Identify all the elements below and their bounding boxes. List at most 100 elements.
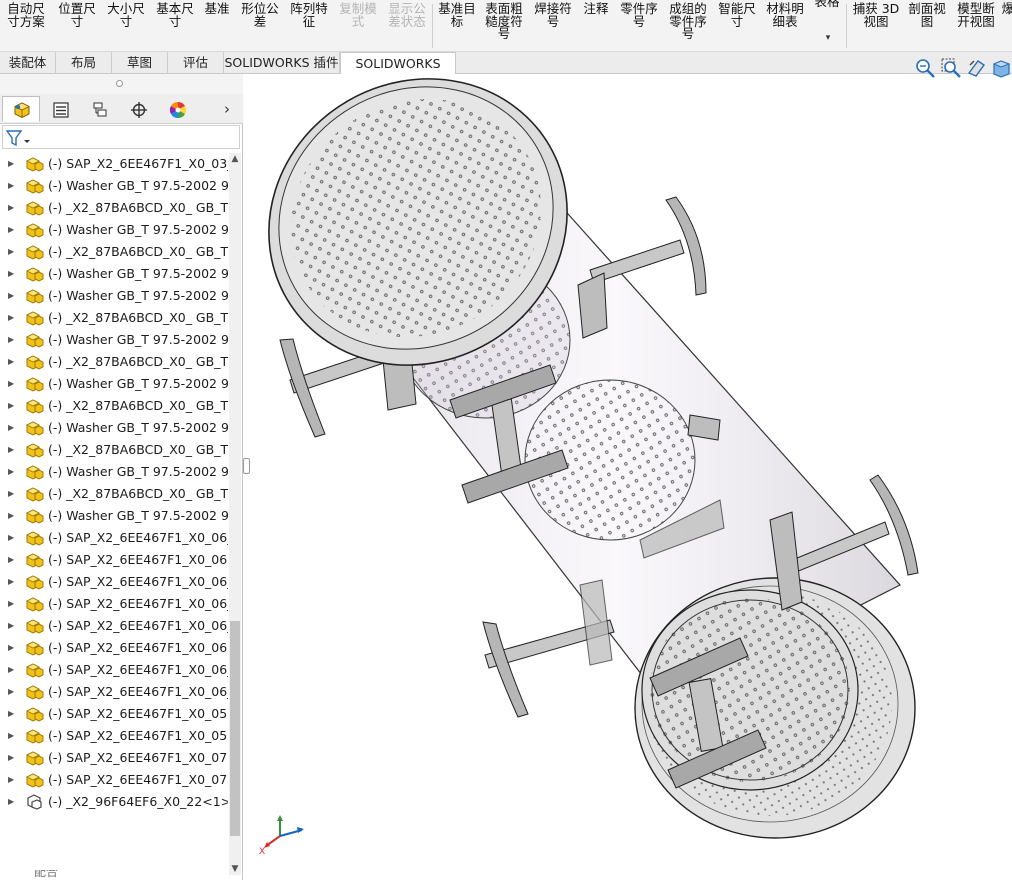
tree-item[interactable]: ▶ (-) Washer GB_T 97.5-2002 9.5 [0, 175, 228, 197]
expand-arrow-icon[interactable]: ▶ [8, 796, 16, 808]
model-break-view-button[interactable]: 模型断 开视图 [952, 0, 1000, 51]
balloon-button[interactable]: 零件序 号 [616, 0, 662, 51]
location-dimension-button[interactable]: 位置尺 寸 [54, 0, 100, 51]
zoom-to-area-icon[interactable] [940, 57, 962, 79]
expand-arrow-icon[interactable]: ▶ [8, 334, 16, 346]
smart-dimension-button[interactable]: 智能尺 寸 [714, 0, 760, 51]
tree-item-partial[interactable]: 配合 [14, 870, 229, 880]
expand-arrow-icon[interactable]: ▶ [8, 730, 16, 742]
splitter-handle[interactable] [243, 458, 250, 474]
tree-item[interactable]: ▶ (-) SAP_X2_6EE467F1_X0_03_MI [0, 153, 228, 175]
assembly-model[interactable] [251, 74, 1012, 880]
expand-arrow-icon[interactable]: ▶ [8, 290, 16, 302]
expand-arrow-icon[interactable]: ▶ [8, 400, 16, 412]
note-button[interactable]: 注释 [578, 0, 614, 51]
geometric-tolerance-button[interactable]: 形位公 差 [236, 0, 284, 51]
tab-configurationmanager[interactable] [80, 96, 118, 122]
weld-symbol-button[interactable]: 焊接符 号 [530, 0, 576, 51]
cut-off-button[interactable]: 爆 [1001, 0, 1012, 51]
tree-scrollbar[interactable]: ▲ ▼ [229, 153, 241, 875]
tree-item[interactable]: ▶ (-) _X2_96F64EF6_X0_22<1> (默 [0, 791, 228, 813]
expand-arrow-icon[interactable]: ▶ [8, 510, 16, 522]
tree-item[interactable]: ▶ (-) SAP_X2_6EE467F1_X0_06_MI [0, 659, 228, 681]
tab-sketch[interactable]: 草图 [112, 52, 168, 74]
tree-item[interactable]: ▶ (-) SAP_X2_6EE467F1_X0_07<2> [0, 769, 228, 791]
expand-arrow-icon[interactable]: ▶ [8, 708, 16, 720]
tree-item[interactable]: ▶ (-) _X2_87BA6BCD_X0_ GB_T 61 [0, 439, 228, 461]
show-tolerance-status-button[interactable]: 显示公 差状态 [384, 0, 430, 51]
auto-dimension-scheme-button[interactable]: 自动尺 寸方案 [4, 0, 48, 51]
expand-arrow-icon[interactable]: ▶ [8, 356, 16, 368]
tree-item[interactable]: ▶ (-) Washer GB_T 97.5-2002 9.5 [0, 263, 228, 285]
panel-grip[interactable] [0, 74, 243, 94]
tree-item[interactable]: ▶ (-) SAP_X2_6EE467F1_X0_06<2> [0, 637, 228, 659]
scroll-thumb[interactable] [230, 621, 240, 836]
expand-arrow-icon[interactable]: ▶ [8, 752, 16, 764]
tree-item[interactable]: ▶ (-) Washer GB_T 97.5-2002 9.5 [0, 285, 228, 307]
expand-arrow-icon[interactable]: ▶ [8, 532, 16, 544]
tree-item[interactable]: ▶ (-) Washer GB_T 97.5-2002 9.5 [0, 219, 228, 241]
expand-arrow-icon[interactable]: ▶ [8, 158, 16, 170]
expand-arrow-icon[interactable]: ▶ [8, 598, 16, 610]
tree-item[interactable]: ▶ (-) Washer GB_T 97.5-2002 9.5 [0, 329, 228, 351]
tab-displaymanager[interactable] [158, 96, 196, 122]
section-view-icon[interactable] [991, 57, 1012, 79]
tab-assembly[interactable]: 装配体 [0, 52, 56, 74]
tree-item[interactable]: ▶ (-) _X2_87BA6BCD_X0_ GB_T 61 [0, 197, 228, 219]
expand-arrow-icon[interactable]: ▶ [8, 488, 16, 500]
expand-arrow-icon[interactable]: ▶ [8, 774, 16, 786]
expand-arrow-icon[interactable]: ▶ [8, 620, 16, 632]
scroll-down-arrow-icon[interactable]: ▼ [229, 863, 241, 875]
table-dropdown-arrow-icon[interactable]: ▾ [823, 33, 833, 43]
size-dimension-button[interactable]: 大小尺 寸 [104, 0, 148, 51]
datum-button[interactable]: 基准 [200, 0, 234, 51]
tree-item[interactable]: ▶ (-) Washer GB_T 97.5-2002 9.5 [0, 461, 228, 483]
expand-arrow-icon[interactable]: ▶ [8, 268, 16, 280]
table-button[interactable]: 表格 [810, 0, 844, 51]
expand-arrow-icon[interactable]: ▶ [8, 686, 16, 698]
basic-dimension-button[interactable]: 基本尺 寸 [152, 0, 198, 51]
expand-arrow-icon[interactable]: ▶ [8, 576, 16, 588]
surface-finish-button[interactable]: 表面粗 糙度符 号 [482, 0, 526, 51]
panel-splitter[interactable] [243, 74, 251, 880]
expand-arrow-icon[interactable]: ▶ [8, 444, 16, 456]
copy-scheme-button[interactable]: 复制模 式 [334, 0, 382, 51]
tab-propertymanager[interactable] [41, 96, 79, 122]
tree-filter[interactable] [2, 125, 240, 149]
tree-item[interactable]: ▶ (-) SAP_X2_6EE467F1_X0_06_MI [0, 615, 228, 637]
tab-dimxpertmanager[interactable] [119, 96, 157, 122]
tree-item[interactable]: ▶ (-) SAP_X2_6EE467F1_X0_06_MI [0, 681, 228, 703]
expand-arrow-icon[interactable]: ▶ [8, 642, 16, 654]
tree-item[interactable]: ▶ (-) _X2_87BA6BCD_X0_ GB_T 61 [0, 307, 228, 329]
expand-arrow-icon[interactable]: ▶ [8, 664, 16, 676]
graphics-area[interactable] [251, 74, 1012, 880]
expand-arrow-icon[interactable]: ▶ [8, 378, 16, 390]
tree-item[interactable]: ▶ (-) SAP_X2_6EE467F1_X0_05<2> [0, 725, 228, 747]
tree-item[interactable]: ▶ (-) SAP_X2_6EE467F1_X0_06_MI [0, 571, 228, 593]
expand-arrow-icon[interactable]: ▶ [8, 554, 16, 566]
tree-item[interactable]: ▶ (-) _X2_87BA6BCD_X0_ GB_T 61 [0, 351, 228, 373]
tab-evaluate[interactable]: 评估 [168, 52, 224, 74]
tab-solidworks-mbd[interactable]: SOLIDWORKS MBD [340, 52, 456, 92]
previous-view-icon[interactable] [966, 57, 988, 79]
expand-arrow-icon[interactable]: ▶ [8, 422, 16, 434]
tree-item[interactable]: ▶ (-) SAP_X2_6EE467F1_X0_07<1> [0, 747, 228, 769]
tree-item[interactable]: ▶ (-) Washer GB_T 97.5-2002 9.5 [0, 373, 228, 395]
expand-arrow-icon[interactable]: ▶ [8, 224, 16, 236]
zoom-to-fit-icon[interactable] [914, 57, 936, 79]
expand-arrow-icon[interactable]: ▶ [8, 466, 16, 478]
tree-item[interactable]: ▶ (-) SAP_X2_6EE467F1_X0_06_MI [0, 527, 228, 549]
scroll-up-arrow-icon[interactable]: ▲ [229, 153, 241, 165]
expand-arrow-icon[interactable]: ▶ [8, 180, 16, 192]
tree-item[interactable]: ▶ (-) _X2_87BA6BCD_X0_ GB_T 61 [0, 395, 228, 417]
pattern-feature-button[interactable]: 阵列特 征 [286, 0, 332, 51]
tree-item[interactable]: ▶ (-) SAP_X2_6EE467F1_X0_05<1> [0, 703, 228, 725]
expand-arrow-icon[interactable]: ▶ [8, 312, 16, 324]
auto-balloon-button[interactable]: 成组的 零件序 号 [664, 0, 712, 51]
tree-item[interactable]: ▶ (-) SAP_X2_6EE467F1_X0_06<1> [0, 549, 228, 571]
capture-3d-view-button[interactable]: 捕获 3D 视图 [850, 0, 902, 51]
tree-item[interactable]: ▶ (-) SAP_X2_6EE467F1_X0_06_MI [0, 593, 228, 615]
tab-featuremanager-tree[interactable] [2, 96, 40, 122]
panel-more-arrow-icon[interactable]: › [224, 100, 238, 118]
tab-solidworks-addins[interactable]: SOLIDWORKS 插件 [224, 52, 340, 74]
